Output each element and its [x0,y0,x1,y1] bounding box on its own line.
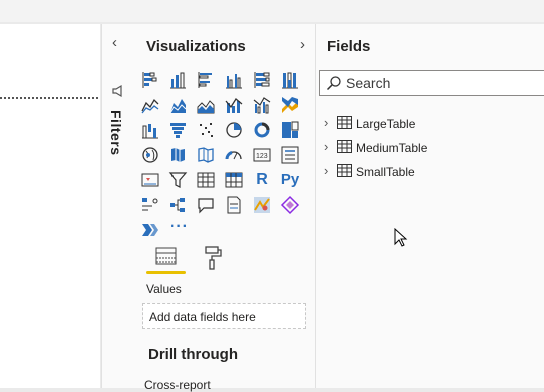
visual-selection-border [0,97,98,99]
report-canvas[interactable] [0,24,100,388]
r-script-visual-icon[interactable]: R [252,170,272,190]
stacked-area-chart-icon[interactable] [196,95,216,115]
matrix-icon[interactable] [224,170,244,190]
line-and-stacked-column-chart-icon[interactable] [224,95,244,115]
clustered-column-chart-icon[interactable] [224,70,244,90]
kpi-icon[interactable] [140,170,160,190]
power-apps-icon[interactable] [280,195,300,215]
ribbon-chart-icon[interactable] [280,95,300,115]
stacked-bar-chart-icon[interactable] [140,70,160,90]
visualizations-title: Visualizations [146,38,246,55]
table-icon[interactable] [196,170,216,190]
100-stacked-bar-chart-icon[interactable] [252,70,272,90]
qa-icon[interactable] [196,195,216,215]
stacked-column-chart-icon[interactable] [168,70,188,90]
filters-pane[interactable]: ‹ Filters [101,24,135,388]
fields-pane: Fields › LargeTable › MediumTable › Smal… [316,24,544,388]
drill-through-title: Drill through [148,346,238,363]
mouse-cursor-icon [394,227,408,253]
waterfall-chart-icon[interactable] [140,120,160,140]
table-label: LargeTable [356,117,416,131]
chevron-right-icon[interactable]: › [300,36,305,53]
search-icon [326,75,342,96]
svg-text:123: 123 [256,153,268,160]
filled-map-icon[interactable] [168,145,188,165]
scatter-chart-icon[interactable] [196,120,216,140]
chevron-right-icon[interactable]: › [324,139,328,154]
r-visual-label: R [256,171,268,188]
funnel-chart-icon[interactable] [168,120,188,140]
clustered-bar-chart-icon[interactable] [196,70,216,90]
table-label: SmallTable [356,165,415,179]
chevron-right-icon[interactable]: › [324,115,328,130]
fields-title: Fields [327,38,371,55]
arcgis-map-icon[interactable] [252,195,272,215]
slicer-icon[interactable] [168,170,188,190]
add-data-fields-well[interactable]: Add data fields here [142,303,306,329]
viz-tab-row [146,244,306,274]
python-visual-icon[interactable]: Py [280,170,300,190]
shape-map-icon[interactable] [196,145,216,165]
python-visual-label: Py [280,171,300,188]
pie-chart-icon[interactable] [224,120,244,140]
table-node-medium[interactable]: › MediumTable [324,138,524,158]
chevron-left-icon[interactable]: ‹ [112,34,117,51]
key-influencers-icon[interactable] [140,195,160,215]
smart-narrative-icon[interactable] [140,220,160,240]
visualizations-pane: Visualizations › 123 R Py ··· Values Add da… [134,24,316,392]
search-box[interactable] [319,70,544,96]
area-chart-icon[interactable] [168,95,188,115]
table-label: MediumTable [356,141,428,155]
chevron-right-icon[interactable]: › [324,163,328,178]
map-icon[interactable] [140,145,160,165]
card-icon[interactable]: 123 [252,145,272,165]
gauge-icon[interactable] [224,145,244,165]
filter-collapse-icon [111,84,125,101]
top-strip [0,0,544,22]
treemap-icon[interactable] [280,120,300,140]
fields-tab[interactable] [146,244,186,274]
line-and-clustered-column-chart-icon[interactable] [252,95,272,115]
search-input[interactable] [346,74,536,92]
table-icon [337,164,352,182]
cross-report-label: Cross-report [144,378,211,392]
more-visuals-button[interactable]: ··· [170,218,189,236]
table-icon [337,116,352,134]
donut-chart-icon[interactable] [252,120,272,140]
100-stacked-column-chart-icon[interactable] [280,70,300,90]
filters-label[interactable]: Filters [108,110,124,156]
table-node-large[interactable]: › LargeTable [324,114,524,134]
format-tab[interactable] [192,244,232,274]
paginated-report-icon[interactable] [224,195,244,215]
decomposition-tree-icon[interactable] [168,195,188,215]
table-icon [337,140,352,158]
table-node-small[interactable]: › SmallTable [324,162,524,182]
multi-row-card-icon[interactable] [280,145,300,165]
line-chart-icon[interactable] [140,95,160,115]
values-label: Values [146,282,182,296]
